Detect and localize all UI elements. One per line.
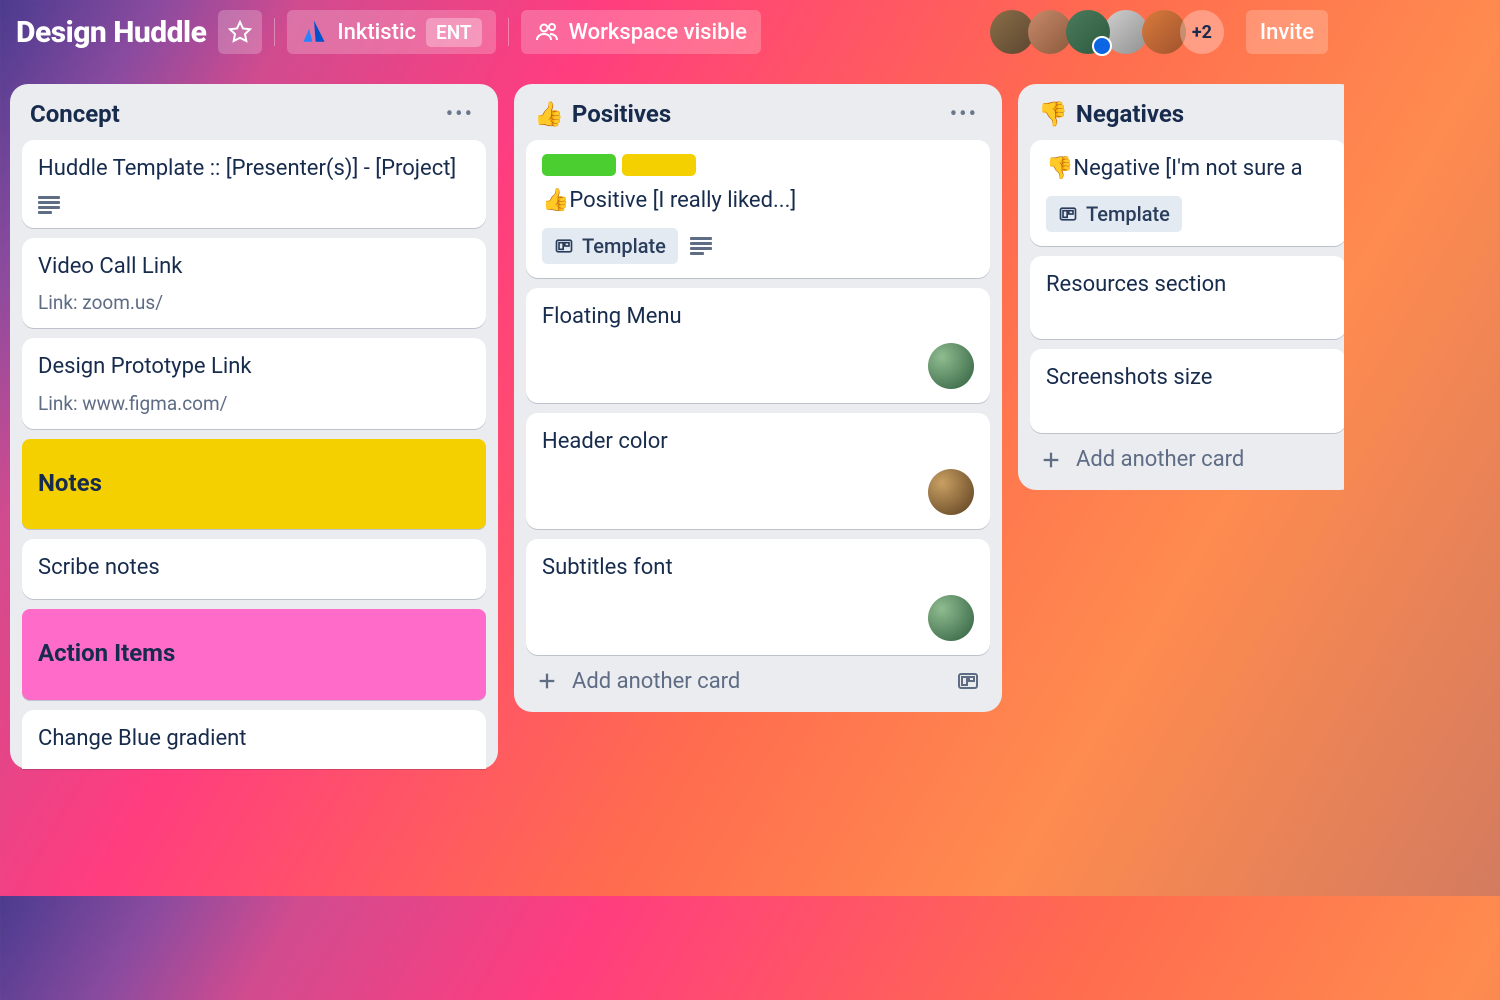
card[interactable]: Subtitles font: [526, 539, 990, 655]
list-negatives: 👎 Negatives 👎Negative [I'm not sure a Te…: [1018, 84, 1344, 490]
card-title: 👍Positive [I really liked...]: [542, 186, 974, 216]
member-avatars[interactable]: +2: [996, 10, 1224, 54]
divider: [274, 18, 275, 46]
template-badge: Template: [542, 228, 678, 264]
list-title[interactable]: 👎 Negatives: [1038, 100, 1184, 128]
visibility-label: Workspace visible: [569, 20, 747, 45]
card-title: Resources section: [1046, 270, 1330, 300]
member-avatar[interactable]: [928, 343, 974, 389]
org-button[interactable]: Inktistic ENT: [287, 10, 495, 54]
add-card-button[interactable]: Add another card: [526, 655, 990, 700]
list-positives: 👍 Positives ••• 👍Positive [I really like…: [514, 84, 1002, 712]
label-green[interactable]: [542, 154, 616, 176]
list-menu-button[interactable]: •••: [946, 102, 982, 127]
template-icon: [554, 236, 574, 256]
card-subtext: Link: www.figma.com/: [38, 392, 470, 415]
card[interactable]: Screenshots size: [1030, 349, 1344, 433]
add-card-label: Add another card: [572, 669, 740, 694]
card[interactable]: Action Items: [22, 609, 486, 699]
list-menu-button[interactable]: •••: [442, 102, 478, 127]
card[interactable]: Change Blue gradient: [22, 710, 486, 770]
card-title: Notes: [38, 453, 470, 513]
board-canvas: Concept ••• Huddle Template :: [Presente…: [0, 64, 1344, 896]
card-title: Design Prototype Link: [38, 352, 470, 382]
card[interactable]: Huddle Template :: [Presenter(s)] - [Pro…: [22, 140, 486, 228]
board-header: Design Huddle Inktistic ENT Workspace vi…: [0, 0, 1344, 64]
card-labels: [542, 154, 974, 176]
card[interactable]: Design Prototype Link Link: www.figma.co…: [22, 338, 486, 429]
description-icon: [38, 196, 60, 214]
card[interactable]: Notes: [22, 439, 486, 529]
list-concept: Concept ••• Huddle Template :: [Presente…: [10, 84, 498, 769]
divider: [508, 18, 509, 46]
card[interactable]: Floating Menu: [526, 288, 990, 404]
template-icon: [1058, 204, 1078, 224]
card-title: Subtitles font: [542, 553, 974, 583]
card-title: 👎Negative [I'm not sure a: [1046, 154, 1330, 184]
thumbs-down-icon: 👎: [1038, 100, 1068, 128]
card-title: Action Items: [38, 623, 470, 683]
add-card-button[interactable]: Add another card: [1030, 433, 1344, 478]
org-name: Inktistic: [337, 20, 416, 45]
description-icon: [690, 237, 712, 255]
template-icon: [956, 669, 980, 693]
card[interactable]: Header color: [526, 413, 990, 529]
list-title[interactable]: Concept: [30, 100, 120, 128]
plus-icon: [1040, 449, 1062, 471]
invite-label: Invite: [1260, 20, 1314, 45]
card[interactable]: Scribe notes: [22, 539, 486, 599]
card[interactable]: Resources section: [1030, 256, 1344, 340]
card[interactable]: 👍Positive [I really liked...] Template: [526, 140, 990, 278]
avatar[interactable]: [1066, 10, 1110, 54]
plus-icon: [536, 670, 558, 692]
card-title: Screenshots size: [1046, 363, 1330, 393]
member-avatar[interactable]: [928, 469, 974, 515]
star-icon: [228, 20, 252, 44]
card[interactable]: Video Call Link Link: zoom.us/: [22, 238, 486, 329]
card-subtext: Link: zoom.us/: [38, 291, 470, 314]
visibility-button[interactable]: Workspace visible: [521, 10, 761, 54]
member-avatar[interactable]: [928, 595, 974, 641]
card-title: Change Blue gradient: [38, 724, 470, 754]
board-title[interactable]: Design Huddle: [16, 15, 206, 50]
card-title: Header color: [542, 427, 974, 457]
card-title: Scribe notes: [38, 553, 470, 583]
label-yellow[interactable]: [622, 154, 696, 176]
add-card-label: Add another card: [1076, 447, 1244, 472]
template-badge: Template: [1046, 196, 1182, 232]
atlassian-icon: [301, 19, 327, 45]
card[interactable]: 👎Negative [I'm not sure a Template: [1030, 140, 1344, 246]
org-badge: ENT: [426, 18, 482, 47]
invite-button[interactable]: Invite: [1246, 10, 1328, 54]
list-title[interactable]: 👍 Positives: [534, 100, 671, 128]
card-title: Video Call Link: [38, 252, 470, 282]
card-title: Floating Menu: [542, 302, 974, 332]
avatar-overflow[interactable]: +2: [1180, 10, 1224, 54]
card-title: Huddle Template :: [Presenter(s)] - [Pro…: [38, 154, 470, 184]
people-icon: [535, 20, 559, 44]
create-from-template-button[interactable]: [956, 669, 980, 693]
star-button[interactable]: [218, 10, 262, 54]
thumbs-up-icon: 👍: [534, 100, 564, 128]
